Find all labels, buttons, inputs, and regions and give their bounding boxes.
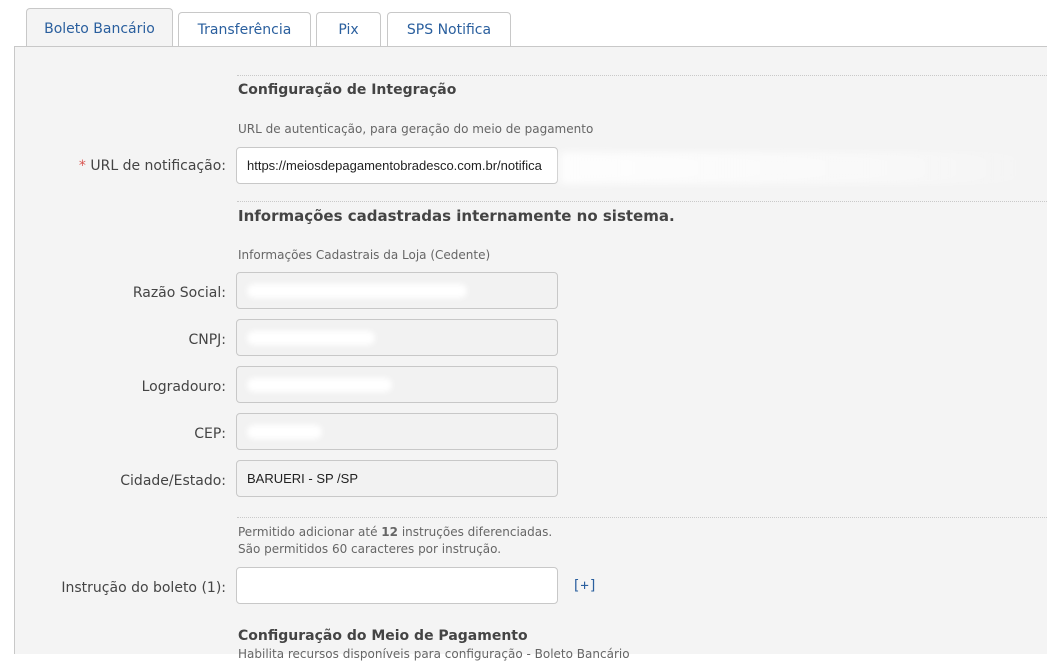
cidade-estado-value: BARUERI - SP /SP <box>247 471 359 486</box>
payment-config-description: Habilita recursos disponíveis para confi… <box>238 647 630 661</box>
required-mark: * <box>78 158 86 174</box>
payment-config-title: Configuração do Meio de Pagamento <box>238 628 528 644</box>
instrucao-boleto-label: Instrução do boleto (1): <box>61 580 226 596</box>
url-notificacao-input[interactable]: https://meiosdepagamentobradesco.com.br/… <box>236 147 558 184</box>
razao-social-label: Razão Social: <box>132 285 226 301</box>
cidade-estado-label: Cidade/Estado: <box>120 473 226 489</box>
integration-description: URL de autenticação, para geração do mei… <box>238 122 594 136</box>
cnpj-field <box>236 319 558 356</box>
tab-label: Transferência <box>197 22 292 38</box>
section-separator <box>237 517 1047 518</box>
tab-label: Pix <box>338 22 359 38</box>
url-notificacao-label: * URL de notificação: <box>79 158 226 174</box>
instructions-count: 12 <box>381 525 398 539</box>
tab-pix[interactable]: Pix <box>316 12 381 47</box>
redaction-blur <box>560 152 1047 184</box>
url-label-text: URL de notificação: <box>90 158 226 174</box>
instructions-limit-text: Permitido adicionar até 12 instruções di… <box>238 524 552 541</box>
section-separator <box>237 75 1047 76</box>
add-instruction-link[interactable]: [+] <box>572 578 597 594</box>
redaction-blur <box>247 330 375 345</box>
logradouro-label: Logradouro: <box>141 379 226 395</box>
redaction-blur <box>247 283 467 298</box>
redaction-blur <box>247 377 392 392</box>
integration-title: Configuração de Integração <box>238 82 457 98</box>
internal-info-description: Informações Cadastrais da Loja (Cedente) <box>238 248 491 262</box>
logradouro-field <box>236 366 558 403</box>
cep-field <box>236 413 558 450</box>
tab-bar: Boleto Bancário Transferência Pix SPS No… <box>0 0 1047 48</box>
tab-sps-notifica[interactable]: SPS Notifica <box>387 12 511 47</box>
instrucao-boleto-input[interactable] <box>236 567 558 604</box>
redaction-blur <box>247 424 322 439</box>
tab-transferencia[interactable]: Transferência <box>178 12 311 47</box>
instructions-chars-text: São permitidos 60 caracteres por instruç… <box>238 542 502 556</box>
tab-label: Boleto Bancário <box>44 20 155 37</box>
instructions-prefix: Permitido adicionar até <box>238 525 382 539</box>
internal-info-title: Informações cadastradas internamente no … <box>238 207 675 225</box>
tab-label: SPS Notifica <box>406 22 492 38</box>
section-separator <box>237 201 1047 202</box>
cidade-estado-field: BARUERI - SP /SP <box>236 460 558 497</box>
instructions-suffix: instruções diferenciadas. <box>398 525 553 539</box>
url-value: https://meiosdepagamentobradesco.com.br/… <box>247 158 542 173</box>
cnpj-label: CNPJ: <box>188 332 226 348</box>
razao-social-field <box>236 272 558 309</box>
tab-boleto-bancario[interactable]: Boleto Bancário <box>26 8 173 48</box>
cep-label: CEP: <box>194 426 226 442</box>
